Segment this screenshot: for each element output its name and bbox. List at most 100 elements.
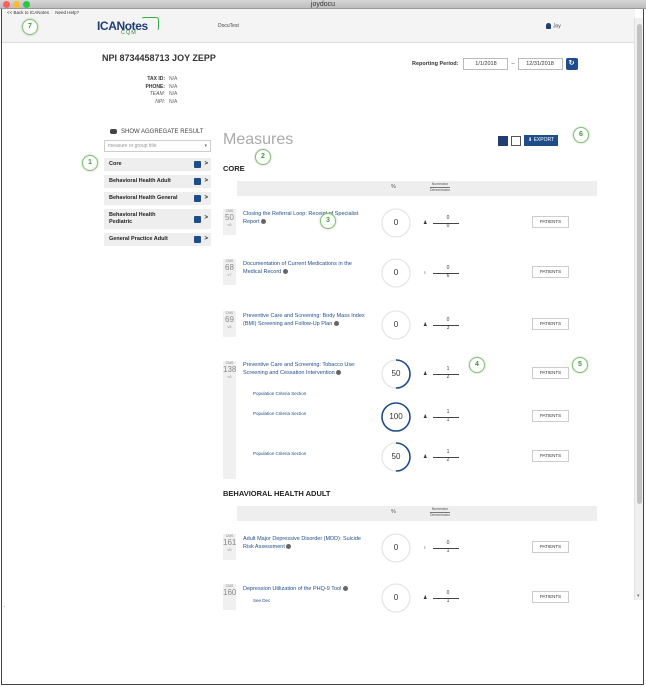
vertical-scrollbar[interactable]: ▾ — [634, 18, 643, 600]
percent-gauge: 0 — [380, 532, 412, 564]
callout-3: 3 — [320, 213, 336, 229]
period-start-input[interactable]: 1/1/2018 — [463, 58, 509, 70]
patients-button[interactable]: PATIENTS — [532, 541, 569, 553]
measure-title-link[interactable]: Preventive Care and Screening: Tobacco U… — [243, 361, 369, 377]
patients-button[interactable]: PATIENTS — [532, 318, 569, 330]
sidebar-item-behavioral-health-general[interactable]: Behavioral Health General > — [104, 192, 211, 205]
info-icon[interactable] — [342, 586, 348, 592]
population-criteria-link[interactable]: Population Criteria Section — [253, 451, 306, 456]
numerator-denominator[interactable]: ♟ 1 2 — [423, 449, 463, 465]
numerator-denominator[interactable]: ♟ 1 1 — [423, 409, 463, 425]
page-marker: . — [4, 603, 6, 609]
sidebar-item-label: Core — [109, 161, 122, 167]
export-button[interactable]: ⬇ EXPORT — [524, 135, 559, 146]
scrollbar-thumb[interactable] — [637, 24, 642, 504]
logo-swoosh-icon — [141, 17, 159, 31]
measure-title-link[interactable]: Depression Utilization of the PHQ-9 Tool — [243, 585, 369, 593]
chevron-right-icon: > — [204, 215, 208, 221]
tax-id-value: N/A — [169, 76, 178, 82]
cms-id: CMS 69 v6 — [223, 311, 236, 337]
person-icon: ♟ — [423, 454, 428, 460]
back-to-icanotes-link[interactable]: << Back to ICANotes — [7, 10, 49, 15]
measure-title-link[interactable]: Documentation of Current Medications in … — [243, 260, 369, 276]
info-icon[interactable] — [336, 370, 342, 376]
team-label: TEAM: — [149, 91, 165, 97]
view-toolbar: ⬇ EXPORT — [498, 135, 559, 146]
percent-value: 0 — [393, 268, 399, 277]
sidebar-item-general-practice-adult[interactable]: General Practice Adult > — [104, 233, 211, 246]
numerator-value: 1 — [446, 449, 450, 455]
need-help-link[interactable]: Need Help? — [55, 10, 79, 15]
sidebar-item-label: General Practice Adult — [109, 236, 168, 242]
measure-title-link[interactable]: Adult Major Depressive Disorder (MDD): S… — [243, 535, 369, 551]
sidebar-item-behavioral-health-pediatric[interactable]: Behavioral Health Pediatric > — [104, 209, 211, 229]
list-view-button[interactable] — [511, 135, 521, 146]
refresh-button[interactable]: ↻ — [565, 58, 578, 70]
percent-value: 100 — [389, 412, 403, 421]
export-label: EXPORT — [533, 137, 555, 143]
population-criteria-link[interactable]: Population Criteria Section — [253, 411, 306, 416]
measure-search-select[interactable]: measure or group title ▾ — [104, 140, 211, 152]
callout-7: 7 — [22, 19, 38, 35]
provider-details: TAX ID: N/A PHONE: N/A TEAM: N/A NPI: N/A — [130, 76, 178, 106]
numerator-denominator[interactable]: ♟ 0 3 — [423, 317, 463, 333]
window-titlebar: joydocu — [0, 0, 646, 9]
numerator-denominator[interactable]: ♁ 0 1 — [423, 540, 463, 556]
numerator-denominator[interactable]: ♟ 0 1 — [423, 590, 463, 606]
percent-gauge: 100 — [380, 401, 412, 433]
info-icon[interactable] — [282, 269, 288, 275]
denominator-header: Denominator — [430, 187, 451, 192]
patients-button[interactable]: PATIENTS — [532, 367, 569, 379]
person-icon: ♟ — [423, 322, 428, 328]
aggregate-label: SHOW AGGREGATE RESULT — [121, 129, 204, 136]
denominator-value: 1 — [446, 548, 450, 554]
measure-title-link[interactable]: Preventive Care and Screening: Body Mass… — [243, 312, 369, 328]
info-icon[interactable] — [333, 321, 339, 327]
denominator-value: 1 — [446, 417, 450, 423]
section-heading-core: CORE — [223, 164, 245, 173]
numerator-denominator[interactable]: ♁ 0 6 — [423, 265, 463, 281]
cms-version: v6 — [227, 547, 232, 552]
person-icon: ♟ — [423, 220, 428, 226]
percent-value: 50 — [391, 369, 401, 378]
table-header: % Numerator Denominator — [237, 506, 597, 521]
show-aggregate-toggle[interactable]: SHOW AGGREGATE RESULT — [110, 129, 203, 135]
cms-id: CMS 160 — [223, 584, 236, 610]
patients-button[interactable]: PATIENTS — [532, 266, 569, 278]
info-icon[interactable] — [261, 219, 267, 225]
sidebar-item-core[interactable]: Core > — [104, 158, 211, 171]
scroll-down-arrow-icon[interactable]: ▾ — [637, 593, 640, 599]
numerator-denominator-header: Numerator Denominator — [430, 507, 451, 517]
percent-gauge: 0 — [380, 309, 412, 341]
user-menu[interactable]: Joy — [546, 23, 561, 29]
callout-2: 2 — [255, 149, 271, 165]
chevron-right-icon: > — [204, 235, 208, 242]
window-title: joydocu — [310, 1, 336, 8]
info-icon[interactable] — [286, 544, 292, 550]
patients-button[interactable]: PATIENTS — [532, 410, 569, 422]
numerator-denominator[interactable]: ♟ 1 2 — [423, 366, 463, 382]
numerator-value: 0 — [446, 215, 450, 221]
patients-button[interactable]: PATIENTS — [532, 450, 569, 462]
chevron-down-icon: ▾ — [204, 143, 207, 149]
phone-value: N/A — [169, 83, 178, 90]
person-icon: ♟ — [423, 595, 428, 601]
chevron-right-icon: > — [204, 177, 208, 184]
icanotes-cqm-logo[interactable]: ICANotes CQM — [97, 17, 159, 39]
period-dash: – — [511, 61, 515, 67]
card-view-button[interactable] — [498, 135, 508, 146]
measure-row: Population Criteria Section 50 ♟ 1 2 PATIENTS — [223, 435, 597, 475]
sidebar-item-behavioral-health-adult[interactable]: Behavioral Health Adult > — [104, 175, 211, 188]
page-title: Measures — [223, 131, 294, 148]
patients-button[interactable]: PATIENTS — [532, 591, 569, 603]
measure-group-list: Core > Behavioral Health Adult > Behaviora… — [104, 158, 211, 250]
percent-gauge: 50 — [380, 441, 412, 473]
cms-id: CMS 161 v6 — [223, 534, 236, 560]
period-end-input[interactable]: 12/31/2018 — [517, 58, 563, 70]
stethoscope-icon: ♁ — [423, 545, 427, 551]
patients-button[interactable]: PATIENTS — [532, 216, 569, 228]
numerator-denominator[interactable]: ♟ 0 0 — [423, 215, 463, 231]
person-icon: ♟ — [423, 371, 428, 377]
measure-title-link[interactable]: Closing the Referral Loop: Receipt of Sp… — [243, 210, 369, 226]
callout-4: 4 — [469, 357, 485, 373]
